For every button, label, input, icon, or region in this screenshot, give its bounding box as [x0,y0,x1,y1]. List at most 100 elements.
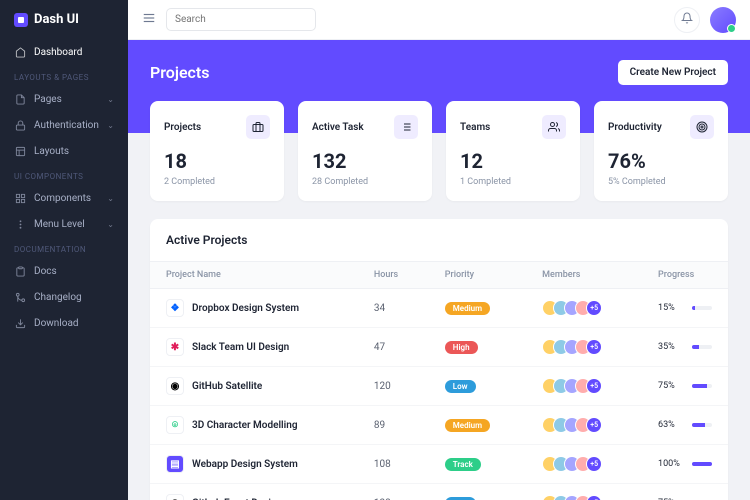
progress-percent: 35% [658,342,684,352]
stat-label: Projects [164,122,201,133]
sidebar: Dash UI Dashboard LAYOUTS & PAGES Pages … [0,0,128,500]
sidebar-item-pages[interactable]: Pages ⌄ [0,86,128,112]
project-name: 3D Character Modelling [192,420,298,431]
project-name: Dropbox Design System [192,303,299,314]
members: +5 [542,378,626,394]
members-more[interactable]: +5 [586,456,602,472]
sidebar-item-layouts[interactable]: Layouts [0,138,128,164]
members: +5 [542,339,626,355]
notifications-button[interactable] [674,7,700,33]
briefcase-icon [246,115,270,139]
sidebar-item-label: Authentication [34,120,99,131]
sidebar-item-dashboard[interactable]: Dashboard [0,39,128,65]
panel-title: Active Projects [150,219,728,261]
table-header: Project Name [150,262,358,289]
project-hours: 47 [358,328,429,367]
members-more[interactable]: +5 [586,495,602,500]
members-more[interactable]: +5 [586,378,602,394]
project-logo: ✱ [166,338,184,356]
stat-card-teams: Teams 12 1 Completed [446,101,580,201]
project-name: Webapp Design System [192,459,298,470]
members-more[interactable]: +5 [586,339,602,355]
progress-bar [692,462,712,466]
table-header: Hours [358,262,429,289]
project-logo: ⌾ [166,416,184,434]
git-icon [14,291,26,303]
project-logo: ❖ [166,299,184,317]
chevron-down-icon: ⌄ [107,121,114,130]
lock-icon [14,119,26,131]
main: Projects Create New Project Projects 18 … [128,0,750,500]
table-header: Progress [642,262,728,289]
stat-sub: 1 Completed [460,177,566,187]
progress-percent: 100% [658,459,684,469]
priority-badge: Track [445,458,481,471]
chevron-down-icon: ⌄ [107,95,114,104]
content: Projects Create New Project Projects 18 … [128,40,750,500]
project-hours: 120 [358,367,429,406]
members-more[interactable]: +5 [586,300,602,316]
members: +5 [542,300,626,316]
table-row[interactable]: ✱ Slack Team UI Design 47 High +5 35% [150,328,728,367]
users-icon [542,115,566,139]
project-hours: 120 [358,484,429,500]
stat-value: 132 [312,149,418,173]
menu-toggle-button[interactable] [142,11,156,28]
layout-icon [14,145,26,157]
table-row[interactable]: ◉ Github Event Design 120 Low +5 75% [150,484,728,500]
stat-value: 12 [460,149,566,173]
sidebar-item-docs[interactable]: Docs [0,258,128,284]
brand[interactable]: Dash UI [0,0,128,39]
sidebar-item-components[interactable]: Components ⌄ [0,185,128,211]
search-input[interactable] [166,8,316,31]
create-project-button[interactable]: Create New Project [618,60,728,85]
table-row[interactable]: ◉ GitHub Satellite 120 Low +5 75% [150,367,728,406]
home-icon [14,46,26,58]
sidebar-item-authentication[interactable]: Authentication ⌄ [0,112,128,138]
priority-badge: High [445,341,478,354]
priority-badge: Medium [445,419,490,432]
stat-value: 18 [164,149,270,173]
search-box [166,8,316,31]
sidebar-item-menu-level[interactable]: Menu Level ⌄ [0,211,128,237]
user-avatar[interactable] [710,7,736,33]
stat-card-projects: Projects 18 2 Completed [150,101,284,201]
priority-badge: Low [445,497,476,500]
progress-bar [692,423,712,427]
stat-card-productivity: Productivity 76% 5% Completed [594,101,728,201]
sidebar-item-label: Dashboard [34,47,82,58]
sidebar-item-label: Components [34,193,91,204]
project-name: Slack Team UI Design [192,342,289,353]
project-hours: 34 [358,289,429,328]
stat-label: Active Task [312,122,364,133]
sidebar-item-changelog[interactable]: Changelog [0,284,128,310]
project-hours: 89 [358,406,429,445]
members-more[interactable]: +5 [586,417,602,433]
page-title: Projects [150,63,210,82]
stat-sub: 5% Completed [608,177,714,187]
table-row[interactable]: ❖ Dropbox Design System 34 Medium +5 15% [150,289,728,328]
members: +5 [542,495,626,500]
clipboard-icon [14,265,26,277]
table-row[interactable]: ▤ Webapp Design System 108 Track +5 100% [150,445,728,484]
table-header: Members [526,262,642,289]
nav-group-title: DOCUMENTATION [0,237,128,258]
project-hours: 108 [358,445,429,484]
sidebar-item-label: Changelog [34,292,82,303]
brand-label: Dash UI [34,12,79,27]
progress-percent: 63% [658,420,684,430]
nav-group-title: LAYOUTS & PAGES [0,65,128,86]
sidebar-item-label: Docs [34,266,57,277]
chevron-down-icon: ⌄ [107,194,114,203]
project-name: GitHub Satellite [192,381,262,392]
stat-label: Teams [460,122,490,133]
members: +5 [542,456,626,472]
table-header: Priority [429,262,526,289]
sidebar-item-download[interactable]: Download [0,310,128,336]
stat-sub: 2 Completed [164,177,270,187]
progress-bar [692,345,712,349]
table-row[interactable]: ⌾ 3D Character Modelling 89 Medium +5 63… [150,406,728,445]
bell-icon [681,12,693,27]
stat-label: Productivity [608,122,662,133]
progress-bar [692,384,712,388]
